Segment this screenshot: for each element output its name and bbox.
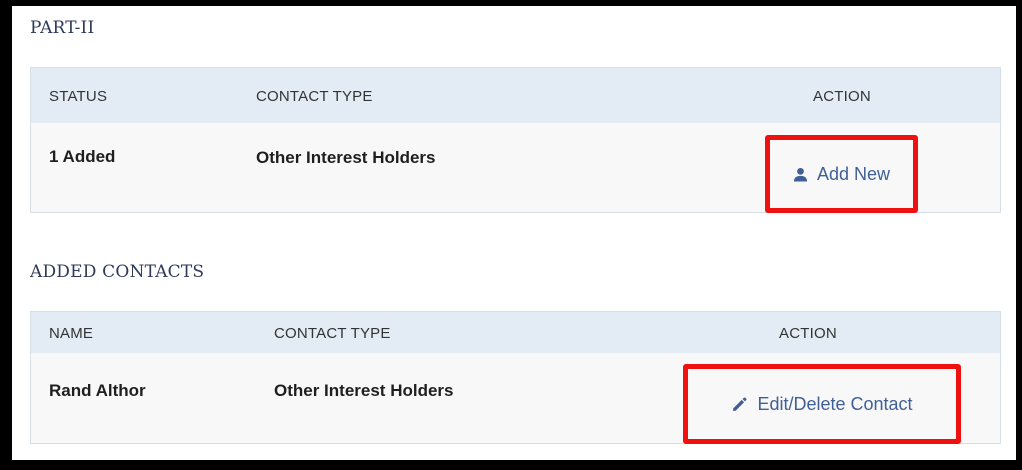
contact-name-value: Rand Althor — [49, 381, 146, 400]
part2-title: PART-II — [30, 18, 95, 38]
contact-type-value: Other Interest Holders — [274, 381, 454, 400]
part2-table-header: STATUS CONTACT TYPE ACTION — [31, 68, 1000, 125]
added-contacts-table-header: NAME CONTACT TYPE ACTION — [31, 312, 1000, 355]
contacts-panel: PART-II STATUS CONTACT TYPE ACTION 1 Add… — [12, 6, 1016, 460]
person-icon — [793, 167, 808, 182]
status-column-header: STATUS — [49, 88, 108, 105]
contact-type-column-header: CONTACT TYPE — [256, 88, 373, 105]
add-new-label: Add New — [816, 163, 891, 184]
action-column-header: ACTION — [813, 88, 871, 105]
status-value: 1 Added — [49, 147, 116, 166]
pencil-icon — [731, 396, 748, 413]
added-contacts-table: NAME CONTACT TYPE ACTION Rand Althor Oth… — [30, 311, 1001, 444]
add-new-button[interactable]: Add New — [765, 135, 918, 213]
added-contacts-title: ADDED CONTACTS — [30, 262, 205, 282]
contact-type-column-header: CONTACT TYPE — [274, 325, 391, 342]
name-column-header: NAME — [49, 325, 94, 342]
contact-type-value: Other Interest Holders — [256, 148, 436, 167]
edit-delete-contact-button[interactable]: Edit/Delete Contact — [683, 364, 961, 444]
action-column-header: ACTION — [779, 325, 837, 342]
edit-delete-contact-label: Edit/Delete Contact — [757, 393, 913, 414]
part2-table: STATUS CONTACT TYPE ACTION 1 Added Other… — [30, 67, 1001, 213]
